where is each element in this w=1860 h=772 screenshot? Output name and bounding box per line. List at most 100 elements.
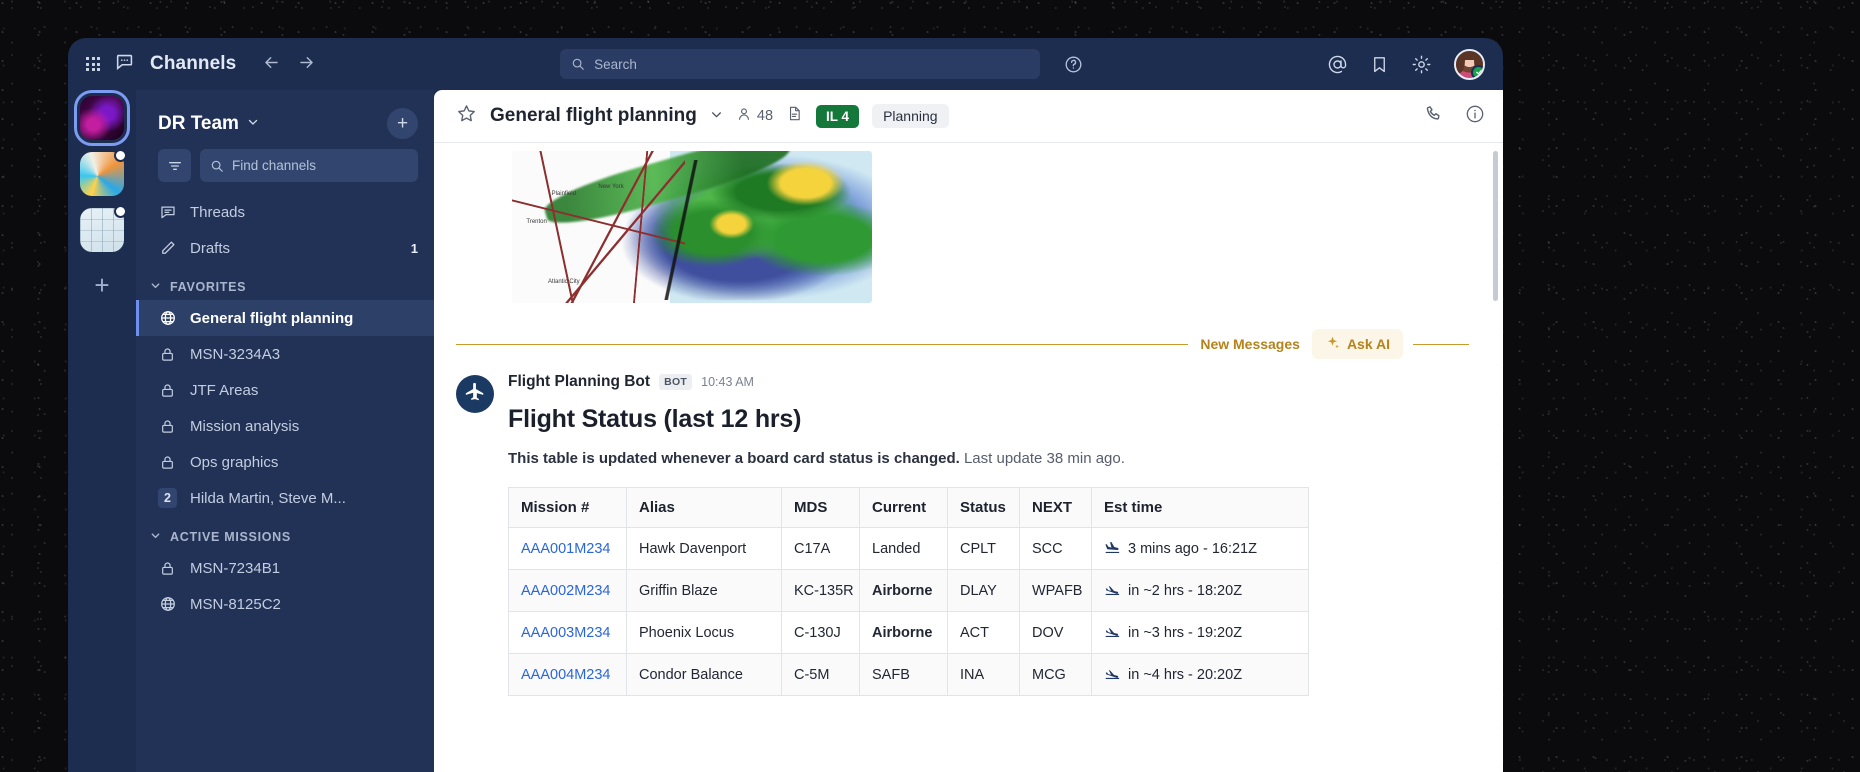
map-label: Trenton: [526, 219, 547, 226]
plane-takeoff-icon: [1104, 665, 1121, 684]
sidebar-item-label: Threads: [190, 203, 246, 221]
est-time-text: in ~3 hrs - 19:20Z: [1128, 624, 1243, 641]
unread-dot: [114, 149, 127, 162]
arrow-left-icon[interactable]: [262, 53, 281, 75]
mission-link[interactable]: AAA003M234: [521, 625, 610, 641]
cell-next: DOV: [1019, 611, 1092, 654]
gear-icon[interactable]: [1411, 54, 1432, 75]
sidebar-item-label: MSN-3234A3: [190, 345, 281, 363]
unread-dot: [114, 205, 127, 218]
message-scroll-area[interactable]: Plainfield New York Trenton Atlantic Cit…: [434, 143, 1503, 772]
chat-bubble-icon: [114, 51, 136, 78]
filter-icon[interactable]: [158, 149, 191, 182]
column-header: Alias: [626, 487, 782, 528]
chevron-down-icon: [150, 280, 161, 294]
column-header: Mission #: [508, 487, 627, 528]
cell-alias: Phoenix Locus: [626, 611, 782, 654]
sidebar-section-favorites[interactable]: FAVORITES: [136, 266, 434, 300]
cell-current: Airborne: [859, 611, 948, 654]
sidebar-item-msn-7234b1[interactable]: MSN-7234B1: [136, 550, 434, 586]
channel-sidebar: DR Team + Find channels Threads Drafts 1…: [136, 90, 434, 772]
table-header-row: Mission # Alias MDS Current Status NEXT …: [508, 487, 1309, 528]
sidebar-item-label: MSN-7234B1: [190, 559, 281, 577]
globe-icon: [158, 309, 177, 327]
cell-mission[interactable]: AAA004M234: [508, 653, 627, 696]
status-badge: [1471, 64, 1483, 78]
status-badge: Planning: [872, 104, 949, 128]
sidebar-section-active-missions[interactable]: ACTIVE MISSIONS: [136, 516, 434, 550]
team-switcher[interactable]: DR Team: [158, 113, 259, 135]
section-title: FAVORITES: [170, 280, 247, 294]
cell-mission[interactable]: AAA001M234: [508, 527, 627, 570]
sidebar-item-msn-8125c2[interactable]: MSN-8125C2: [136, 586, 434, 622]
message-subtitle: This table is updated whenever a board c…: [508, 450, 1473, 467]
ask-ai-button[interactable]: Ask AI: [1311, 329, 1403, 359]
sidebar-item-threads[interactable]: Threads: [136, 194, 434, 230]
person-icon: [736, 106, 752, 126]
message-meta: Flight Planning Bot BOT 10:43 AM: [508, 373, 1473, 391]
cell-mission[interactable]: AAA002M234: [508, 569, 627, 612]
bot-avatar: [456, 375, 494, 413]
workspace-thumb-1[interactable]: [74, 90, 130, 146]
message-author: Flight Planning Bot: [508, 373, 651, 390]
cell-mission[interactable]: AAA003M234: [508, 611, 627, 654]
avatar[interactable]: [1454, 48, 1485, 80]
sidebar-item-msn-3234a3[interactable]: MSN-3234A3: [136, 336, 434, 372]
add-workspace-button[interactable]: +: [94, 272, 109, 298]
info-circle-icon[interactable]: [1465, 104, 1485, 129]
cell-alias: Griffin Blaze: [626, 569, 782, 612]
mission-link[interactable]: AAA001M234: [521, 541, 610, 557]
phone-icon[interactable]: [1424, 104, 1443, 128]
table-row: AAA001M234 Hawk Davenport C17A Landed CP…: [508, 527, 1309, 570]
weather-radar-map[interactable]: Plainfield New York Trenton Atlantic Cit…: [512, 151, 872, 303]
table-row: AAA003M234 Phoenix Locus C-130J Airborne…: [508, 611, 1309, 654]
est-time-text: 3 mins ago - 16:21Z: [1128, 540, 1257, 557]
est-time-text: in ~4 hrs - 20:20Z: [1128, 666, 1243, 683]
screenshot-root: Channels Search + DR Team + Find channel…: [0, 0, 1860, 772]
star-icon[interactable]: [456, 103, 477, 129]
workspace-thumb-2[interactable]: [80, 149, 127, 196]
sidebar-item-dm-hilda-martin[interactable]: 2 Hilda Martin, Steve M...: [136, 480, 434, 516]
impact-level-badge: IL 4: [816, 104, 860, 128]
sidebar-item-jtf-areas[interactable]: JTF Areas: [136, 372, 434, 408]
arrow-right-icon[interactable]: [297, 53, 316, 75]
member-count-value: 48: [756, 108, 774, 124]
find-channels-input[interactable]: Find channels: [200, 149, 418, 182]
message-subtitle-rest: Last update 38 min ago.: [959, 450, 1125, 467]
bookmark-icon[interactable]: [1370, 55, 1389, 74]
sidebar-item-label: Mission analysis: [190, 417, 300, 435]
cell-est-time: in ~3 hrs - 19:20Z: [1091, 611, 1309, 654]
sidebar-nav: Threads Drafts 1 FAVORITES General fligh…: [136, 194, 434, 622]
mission-link[interactable]: AAA004M234: [521, 667, 610, 683]
main-panel: General flight planning 48 IL 4 Planning: [434, 90, 1503, 772]
new-item-button[interactable]: +: [387, 108, 418, 139]
find-channels-placeholder: Find channels: [232, 158, 317, 173]
cell-current: Landed: [859, 527, 948, 570]
cell-next: MCG: [1019, 653, 1092, 696]
sidebar-item-drafts[interactable]: Drafts 1: [136, 230, 434, 266]
cell-next: WPAFB: [1019, 569, 1092, 612]
sidebar-item-ops-graphics[interactable]: Ops graphics: [136, 444, 434, 480]
search-input[interactable]: Search: [560, 49, 1041, 79]
mission-link[interactable]: AAA002M234: [521, 583, 610, 599]
top-bar: Channels Search: [68, 38, 1503, 90]
cell-mds: C17A: [781, 527, 860, 570]
vertical-scrollbar[interactable]: [1493, 151, 1498, 301]
workspace-thumb-3[interactable]: [80, 205, 127, 252]
app-title: Channels: [150, 53, 237, 74]
sidebar-item-mission-analysis[interactable]: Mission analysis: [136, 408, 434, 444]
column-header: Est time: [1091, 487, 1309, 528]
document-icon[interactable]: [786, 105, 803, 127]
map-label: Atlantic City: [548, 278, 580, 285]
sidebar-item-general-flight-planning[interactable]: General flight planning: [136, 300, 434, 336]
app-grid-icon[interactable]: [86, 57, 100, 71]
help-circle-icon[interactable]: [1064, 49, 1083, 79]
threads-icon: [158, 203, 177, 221]
drafts-count: 1: [410, 240, 418, 256]
column-header: MDS: [781, 487, 860, 528]
sidebar-search-row: Find channels: [136, 149, 434, 182]
chevron-down-icon: [247, 116, 259, 131]
at-mention-icon[interactable]: [1327, 54, 1348, 75]
chevron-down-icon[interactable]: [710, 108, 723, 124]
member-count[interactable]: 48: [736, 106, 773, 126]
